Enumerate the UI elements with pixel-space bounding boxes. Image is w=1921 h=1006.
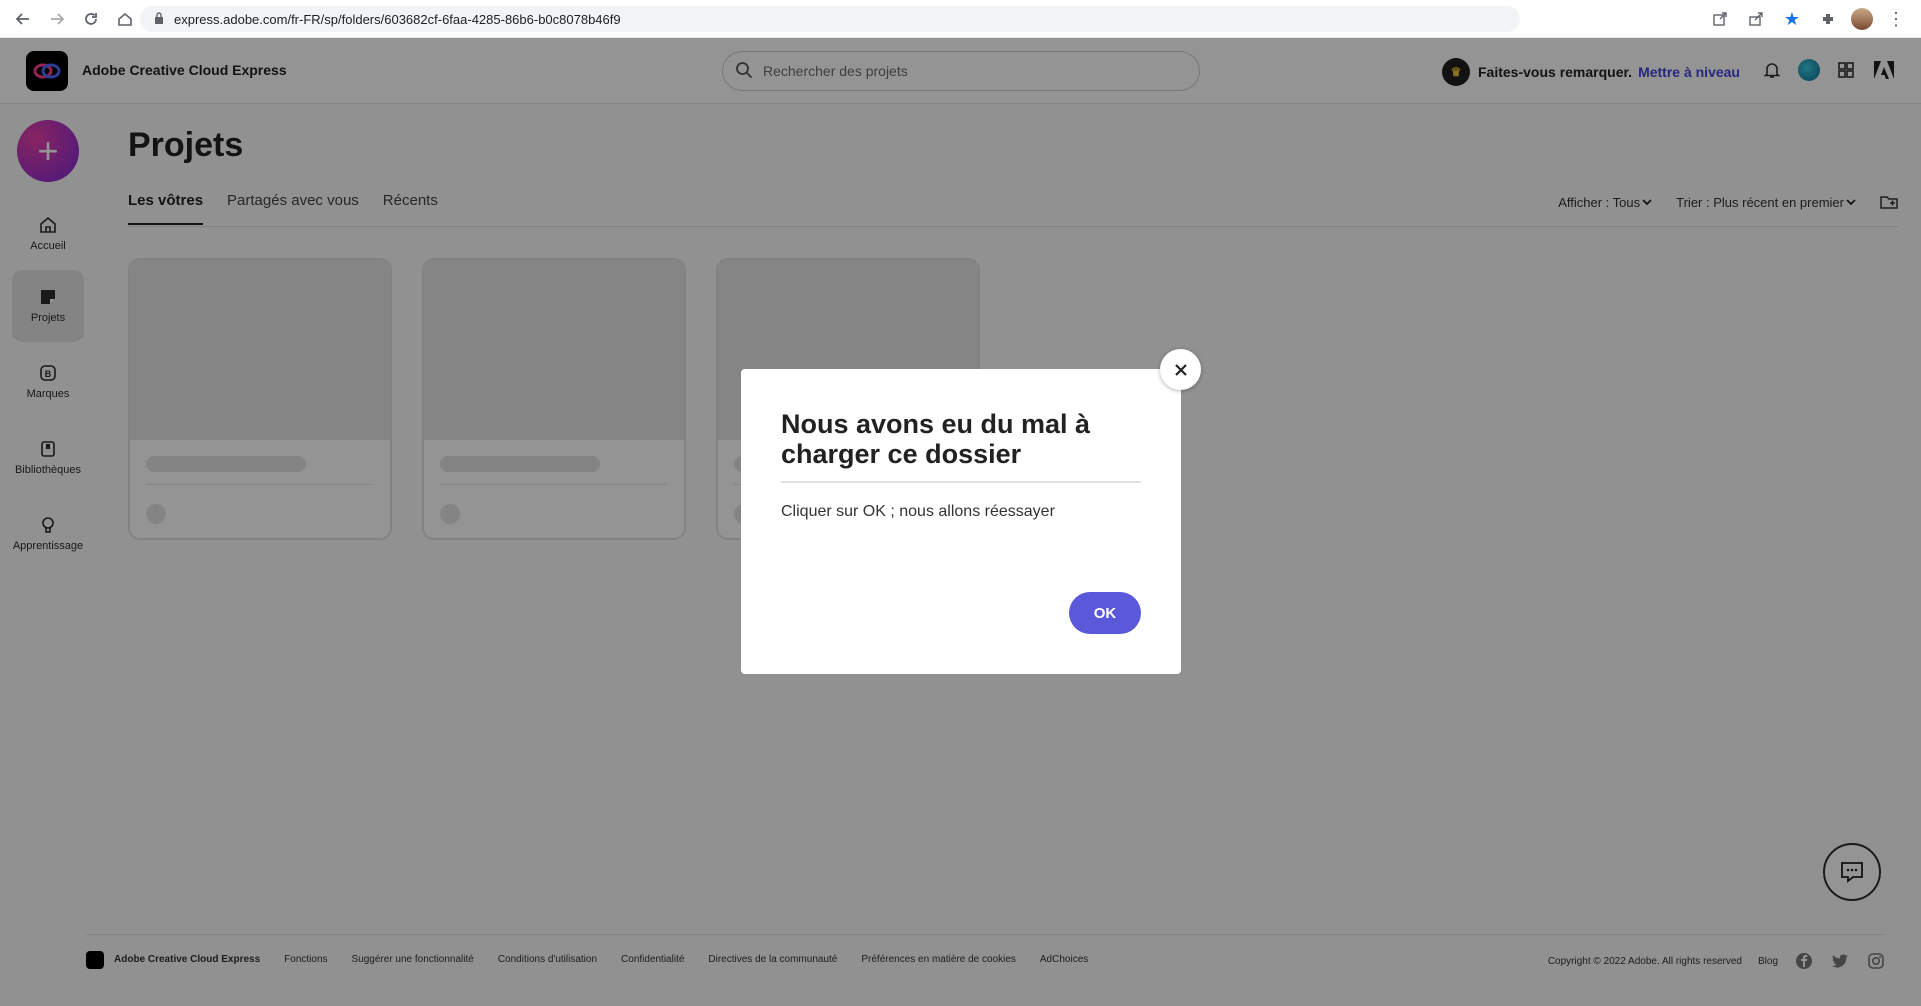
dialog-divider	[781, 481, 1141, 484]
ok-button[interactable]: OK	[1069, 592, 1141, 634]
open-external-icon[interactable]	[1707, 6, 1733, 32]
extensions-icon[interactable]	[1815, 6, 1841, 32]
error-dialog: Nous avons eu du mal à charger ce dossie…	[741, 369, 1181, 674]
dialog-message: Cliquer sur OK ; nous allons réessayer	[781, 503, 1055, 521]
address-bar[interactable]: express.adobe.com/fr-FR/sp/folders/60368…	[140, 6, 1520, 32]
profile-avatar[interactable]	[1851, 8, 1873, 30]
share-icon[interactable]	[1743, 6, 1769, 32]
close-icon	[1174, 363, 1187, 376]
browser-toolbar: express.adobe.com/fr-FR/sp/folders/60368…	[0, 0, 1921, 38]
more-menu-icon[interactable]: ⋮	[1883, 6, 1909, 32]
back-icon[interactable]	[8, 4, 38, 34]
lock-icon	[154, 11, 164, 27]
close-dialog-button[interactable]	[1160, 349, 1201, 390]
bookmark-star-icon[interactable]: ★	[1779, 6, 1805, 32]
reload-icon[interactable]	[76, 4, 106, 34]
dialog-title: Nous avons eu du mal à charger ce dossie…	[781, 409, 1091, 470]
home-browser-icon[interactable]	[110, 4, 140, 34]
forward-icon[interactable]	[42, 4, 72, 34]
url-text: express.adobe.com/fr-FR/sp/folders/60368…	[174, 11, 621, 27]
